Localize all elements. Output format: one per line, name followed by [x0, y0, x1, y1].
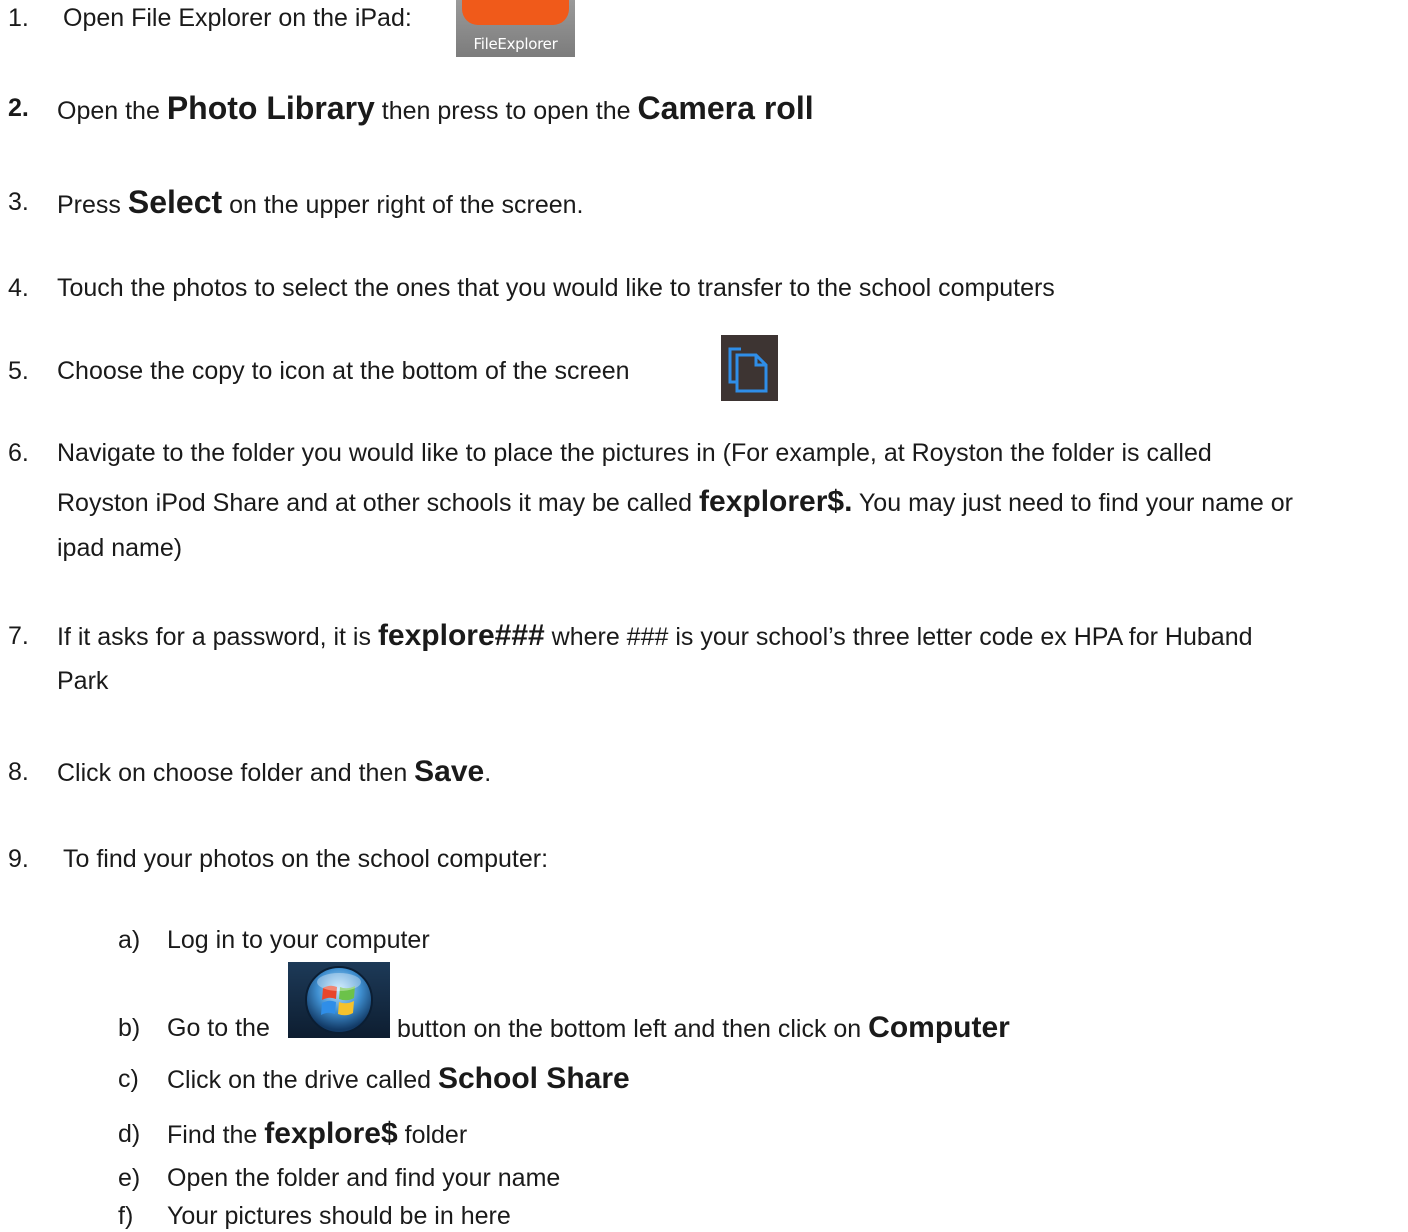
substep-letter: d) — [118, 1120, 141, 1148]
school-share-label: School Share — [437, 1062, 630, 1095]
save-label: Save — [414, 755, 485, 788]
step-text: Choose the copy to icon at the bottom of… — [57, 357, 630, 385]
app-icon-label: FileExplorer — [473, 35, 558, 53]
step-text: Press Select on the upper right of the s… — [57, 184, 584, 220]
step-number: 8. — [8, 758, 29, 786]
windows-start-orb-icon — [288, 962, 390, 1038]
step-6-line-2: Royston iPod Share and at other schools … — [57, 485, 1293, 518]
step-text: Touch the photos to select the ones that… — [57, 274, 1055, 302]
step-number: 2. — [8, 94, 29, 122]
step-number: 6. — [8, 439, 29, 467]
camera-roll-label: Camera roll — [637, 90, 814, 126]
step-number: 3. — [8, 188, 29, 216]
substep-letter: c) — [118, 1065, 139, 1093]
substep-letter: e) — [118, 1164, 141, 1192]
file-explorer-app-icon: FileExplorer — [456, 0, 575, 57]
step-number: 1. — [8, 4, 29, 32]
computer-label: Computer — [868, 1011, 1010, 1044]
substep-letter: f) — [118, 1202, 134, 1230]
substep-text: Open the folder and find your name — [167, 1164, 561, 1192]
copy-to-icon — [721, 335, 778, 401]
step-6-line-3: ipad name) — [57, 534, 183, 562]
step-text: To find your photos on the school comput… — [63, 845, 549, 873]
step-number: 9. — [8, 845, 29, 873]
photo-library-label: Photo Library — [166, 90, 375, 126]
fexplore-folder-label: fexplore$ — [264, 1117, 398, 1150]
step-text: Open the Photo Library then press to ope… — [57, 90, 814, 126]
step-number: 4. — [8, 274, 29, 302]
substep-text: Your pictures should be in here — [167, 1202, 511, 1230]
substep-text: Log in to your computer — [167, 926, 430, 954]
fexplorer-label: fexplorer$. — [699, 485, 853, 518]
substep-letter: a) — [118, 926, 141, 954]
step-text: Click on choose folder and then Save. — [57, 755, 492, 788]
step-text-line-1: Navigate to the folder you would like to… — [57, 439, 1212, 467]
step-text: If it asks for a password, it is fexplor… — [57, 619, 1253, 652]
step-number: 5. — [8, 357, 29, 385]
step-7-line-2: Park — [57, 667, 109, 695]
select-label: Select — [127, 184, 223, 220]
password-label: fexplore### — [377, 619, 545, 652]
substep-text-post: button on the bottom left and then click… — [397, 1011, 1010, 1044]
substep-text-pre: Go to the — [167, 1014, 270, 1042]
substep-text: Click on the drive called School Share — [167, 1062, 630, 1095]
step-number: 7. — [8, 622, 29, 650]
step-text: Open File Explorer on the iPad: — [63, 4, 412, 32]
substep-text: Find the fexplore$ folder — [167, 1117, 468, 1150]
substep-letter: b) — [118, 1014, 141, 1042]
